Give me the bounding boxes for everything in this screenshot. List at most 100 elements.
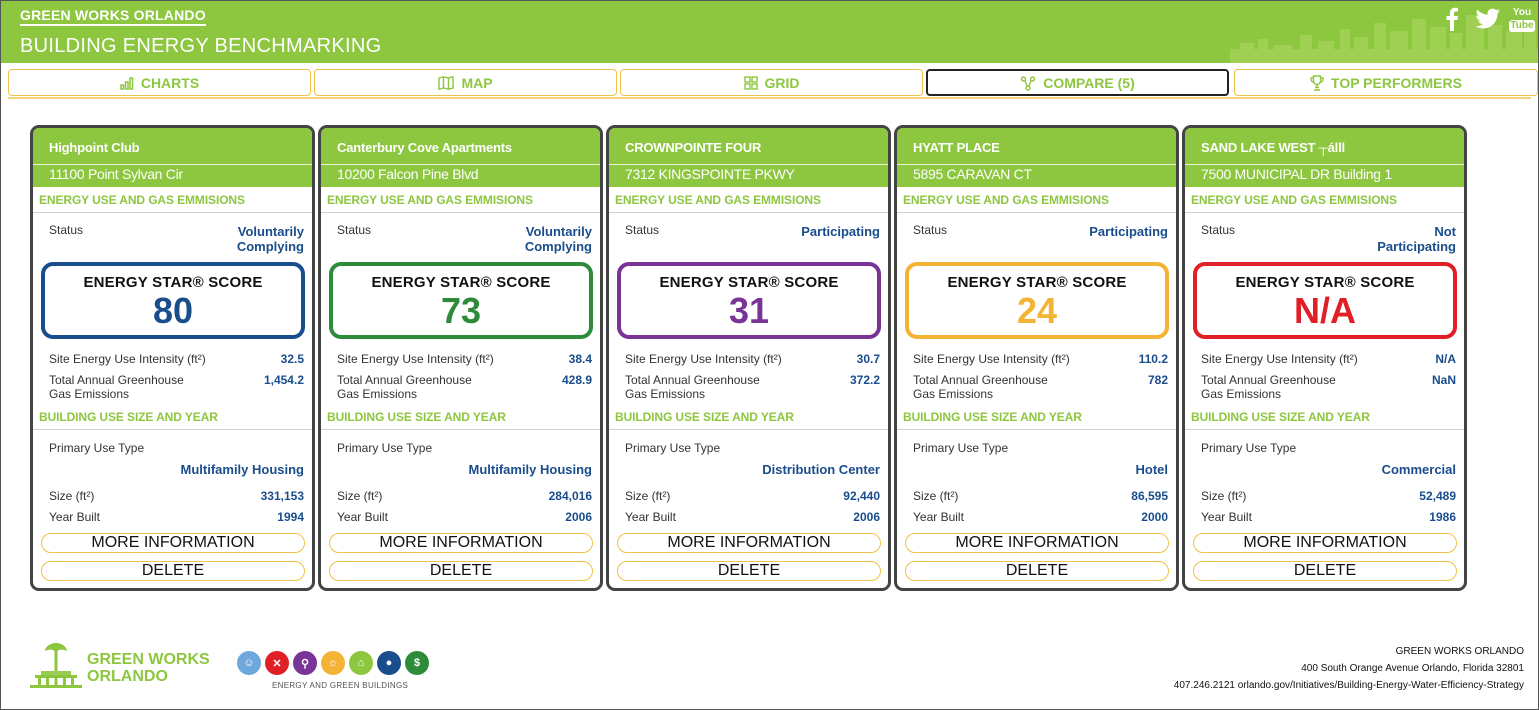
ghg-label: Total Annual Greenhouse Gas Emissions <box>625 373 760 401</box>
more-information-button[interactable]: MORE INFORMATION <box>1193 533 1457 553</box>
site-eui-label: Site Energy Use Intensity (ft²) <box>1201 352 1358 366</box>
delete-button[interactable]: DELETE <box>1193 561 1457 581</box>
building-name: CROWNPOINTE FOUR <box>609 128 888 164</box>
status-line-2: Participating <box>1377 239 1456 254</box>
ghg-label: Total Annual Greenhouse Gas Emissions <box>49 373 184 401</box>
primary-use-value: Distribution Center <box>762 462 880 477</box>
more-information-button[interactable]: MORE INFORMATION <box>329 533 593 553</box>
ghg-label-line-1: Total Annual Greenhouse <box>1201 373 1336 387</box>
status-line-1: Voluntarily <box>237 224 304 239</box>
ghg-label: Total Annual Greenhouse Gas Emissions <box>337 373 472 401</box>
site-eui-value: 30.7 <box>856 352 880 366</box>
delete-button[interactable]: DELETE <box>41 561 305 581</box>
status-value: Not Participating <box>1377 224 1456 254</box>
delete-button[interactable]: DELETE <box>905 561 1169 581</box>
more-information-button[interactable]: MORE INFORMATION <box>617 533 881 553</box>
building-section-header: BUILDING USE SIZE AND YEAR <box>897 404 1176 430</box>
tab-top-performers[interactable]: TOP PERFORMERS <box>1234 69 1538 96</box>
primary-use-label: Primary Use Type <box>913 441 1009 455</box>
footer-logo <box>29 641 83 694</box>
status-label: Status <box>913 223 948 237</box>
building-address: 5895 CARAVAN CT <box>897 164 1176 187</box>
energy-star-score: 31 <box>728 290 770 331</box>
category-icons: ☺ ✕ ⚲ ☼ ⌂ ● $ <box>237 651 429 675</box>
bar-chart-icon <box>120 76 134 90</box>
transport-icon: ⚲ <box>293 651 317 675</box>
building-address: 11100 Point Sylvan Cir <box>33 164 312 187</box>
energy-star-score: 73 <box>440 290 482 331</box>
more-information-button[interactable]: MORE INFORMATION <box>905 533 1169 553</box>
youtube-link[interactable]: You Tube <box>1509 7 1535 33</box>
building-card: SAND LAKE WEST ┬álll 7500 MUNICIPAL DR B… <box>1182 125 1467 591</box>
ghg-label-line-1: Total Annual Greenhouse <box>337 373 472 387</box>
site-eui-label: Site Energy Use Intensity (ft²) <box>337 352 494 366</box>
ghg-value: 428.9 <box>561 373 592 387</box>
ghg-value: 782 <box>1147 373 1168 387</box>
facebook-link[interactable] <box>1444 7 1460 31</box>
primary-use-value: Hotel <box>1135 462 1169 477</box>
green-building-icon: ⌂ <box>349 651 373 675</box>
tab-map[interactable]: MAP <box>314 69 617 96</box>
size-value: 331,153 <box>260 489 304 503</box>
delete-button[interactable]: DELETE <box>617 561 881 581</box>
ghg-label: Total Annual Greenhouse Gas Emissions <box>1201 373 1336 401</box>
ghg-label-line-1: Total Annual Greenhouse <box>913 373 1048 387</box>
brand-title[interactable]: GREEN WORKS ORLANDO <box>20 7 206 26</box>
facebook-icon <box>1446 7 1458 31</box>
youtube-icon: You <box>1512 7 1532 18</box>
status-line-1: Participating <box>1089 224 1168 239</box>
more-information-button[interactable]: MORE INFORMATION <box>41 533 305 553</box>
compare-icon <box>1020 75 1036 91</box>
building-card: Canterbury Cove Apartments 10200 Falcon … <box>318 125 603 591</box>
energy-section-header: ENERGY USE AND GAS EMMISIONS <box>33 187 312 213</box>
size-value: 284,016 <box>548 489 592 503</box>
tab-label: TOP PERFORMERS <box>1331 74 1462 91</box>
energy-bulb-icon: ☼ <box>321 651 345 675</box>
twitter-link[interactable] <box>1474 7 1502 31</box>
status-line-1: Not <box>1434 224 1456 239</box>
site-eui-value: 110.2 <box>1138 352 1168 366</box>
building-section-header: BUILDING USE SIZE AND YEAR <box>33 404 312 430</box>
size-label: Size (ft²) <box>1201 489 1247 503</box>
ghg-label-line-2: Gas Emissions <box>49 387 130 401</box>
primary-use-label: Primary Use Type <box>49 441 145 455</box>
tab-divider <box>8 97 1531 99</box>
primary-use-value: Commercial <box>1381 462 1456 477</box>
size-label: Size (ft²) <box>337 489 383 503</box>
status-label: Status <box>49 223 84 237</box>
green-works-logo-icon <box>30 643 82 688</box>
status-value: Voluntarily Complying <box>525 224 592 254</box>
year-built-label: Year Built <box>1201 510 1252 524</box>
size-label: Size (ft²) <box>49 489 95 503</box>
year-built-label: Year Built <box>49 510 100 524</box>
tab-label: MAP <box>461 74 493 91</box>
footer-contact[interactable]: 407.246.2121 orlando.gov/Initiatives/Bui… <box>1174 680 1524 691</box>
building-card: HYATT PLACE 5895 CARAVAN CT ENERGY USE A… <box>894 125 1179 591</box>
footer-address: 400 South Orange Avenue Orlando, Florida… <box>1301 663 1524 674</box>
logo-line-2: ORLANDO <box>87 668 168 685</box>
ghg-value: NaN <box>1431 373 1456 387</box>
building-name: HYATT PLACE <box>897 128 1176 164</box>
tab-charts[interactable]: CHARTS <box>8 69 311 96</box>
tab-grid[interactable]: GRID <box>620 69 923 96</box>
energy-star-score: 80 <box>152 290 194 331</box>
energy-star-title: ENERGY STAR® SCORE <box>947 274 1127 291</box>
status-line-2: Complying <box>236 239 304 254</box>
footer-caption: ENERGY AND GREEN BUILDINGS <box>272 681 409 690</box>
building-section-header: BUILDING USE SIZE AND YEAR <box>609 404 888 430</box>
site-eui-label: Site Energy Use Intensity (ft²) <box>913 352 1070 366</box>
delete-button[interactable]: DELETE <box>329 561 593 581</box>
energy-section-header: ENERGY USE AND GAS EMMISIONS <box>1185 187 1464 213</box>
status-line-1: Participating <box>801 224 880 239</box>
size-value: 52,489 <box>1419 489 1456 503</box>
status-value: Participating <box>1089 224 1168 239</box>
page-subtitle: BUILDING ENERGY BENCHMARKING <box>20 35 382 57</box>
size-value: 86,595 <box>1131 489 1168 503</box>
primary-use-label: Primary Use Type <box>1201 441 1297 455</box>
building-name: Canterbury Cove Apartments <box>321 128 600 164</box>
status-label: Status <box>337 223 372 237</box>
tab-compare[interactable]: COMPARE (5) <box>926 69 1229 96</box>
water-drop-icon: ● <box>377 651 401 675</box>
year-built-value: 2006 <box>565 510 592 524</box>
logo-line-1: GREEN WORKS <box>87 651 210 668</box>
